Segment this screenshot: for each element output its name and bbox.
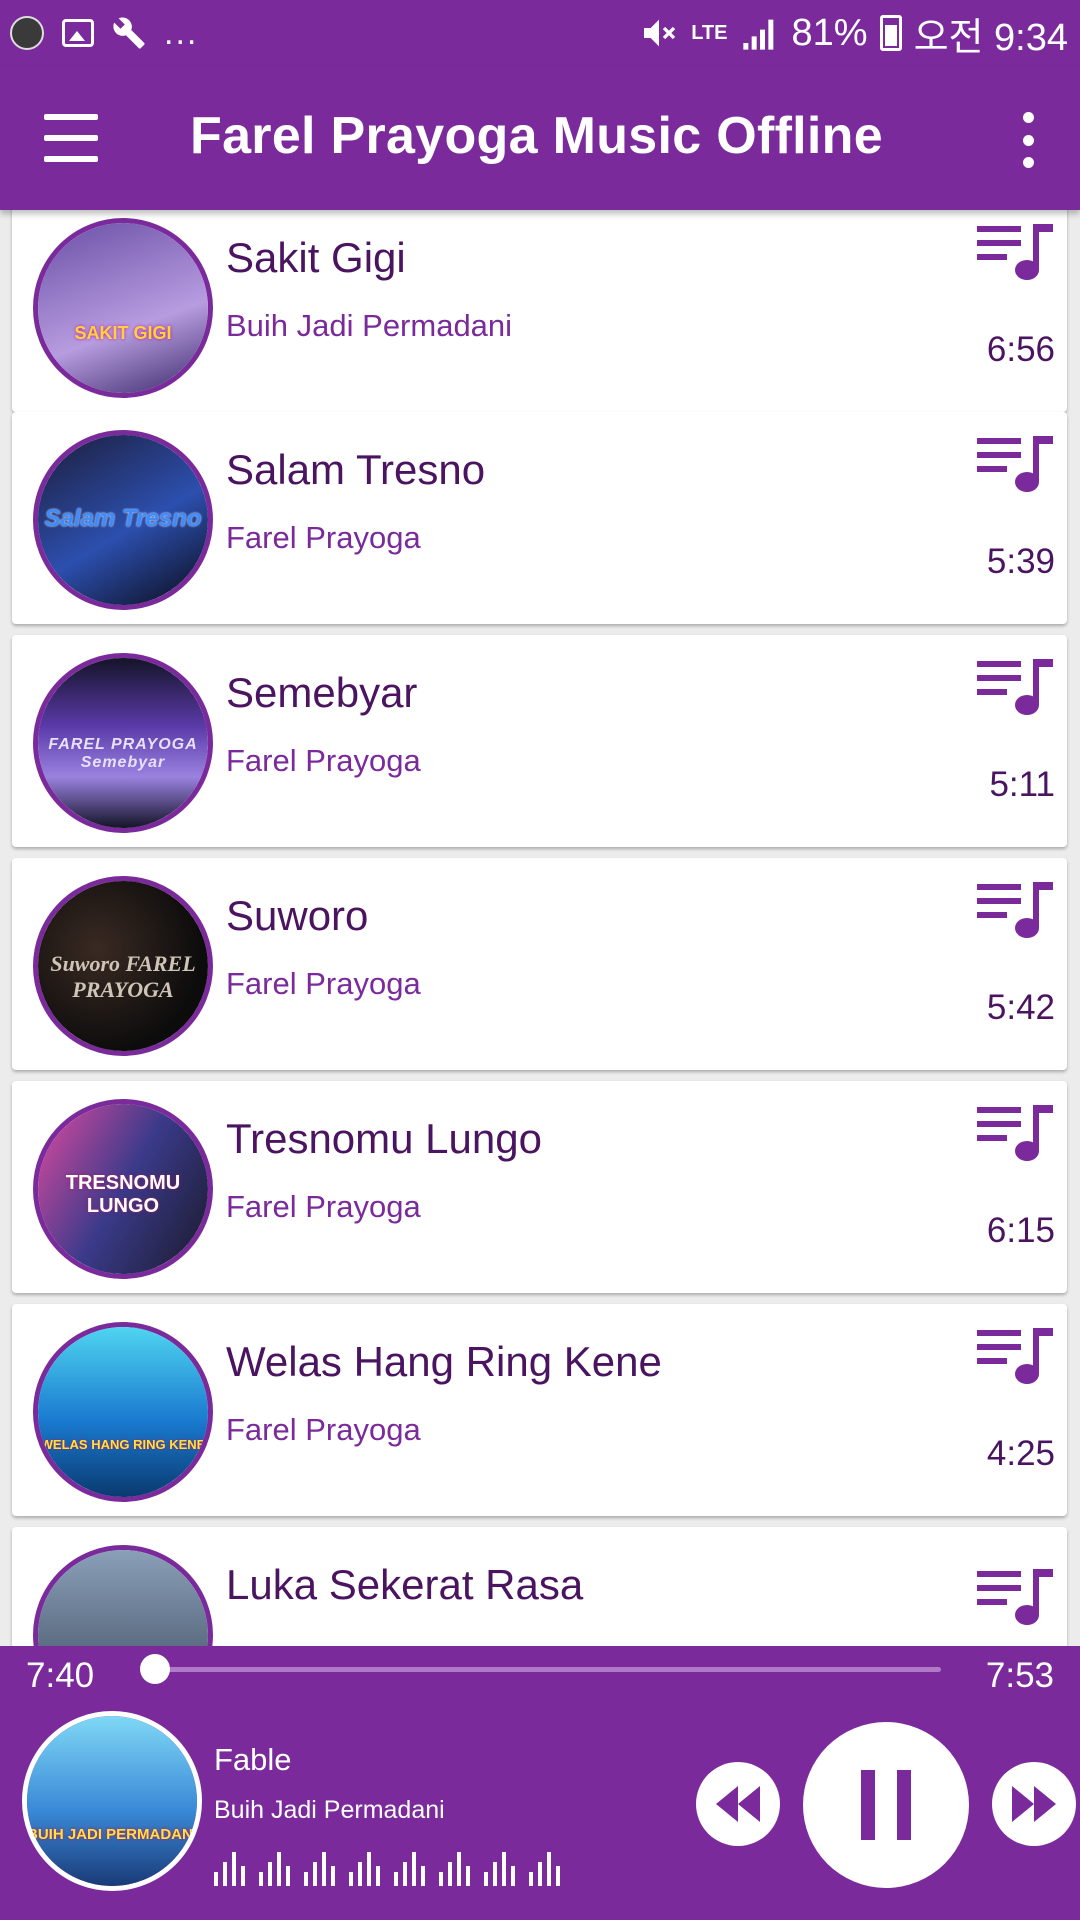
add-to-queue-icon[interactable] [977, 880, 1055, 942]
song-title: Tresnomu Lungo [226, 1115, 542, 1162]
song-artist: Farel Prayoga [226, 1412, 421, 1447]
song-title: Suworo [226, 892, 369, 939]
song-duration: 6:56 [986, 330, 1055, 369]
rewind-icon [716, 1786, 760, 1822]
add-to-queue-icon[interactable] [977, 1567, 1055, 1629]
now-playing-bar: 7:40 7:53 BUIH JADI PERMADANI Fable Buih… [0, 1646, 1080, 1920]
current-time: 7:40 [26, 1656, 95, 1695]
thumbnail-text: TRESNOMU LUNGO [65, 1172, 181, 1217]
now-playing-title: Fable [214, 1742, 292, 1777]
app-bar: Farel Prayoga Music Offline [0, 66, 1080, 210]
equalizer-bar-icon [259, 1846, 290, 1886]
song-thumbnail: TRESNOMU LUNGO [33, 1099, 213, 1279]
song-duration: 5:42 [986, 988, 1055, 1027]
song-item[interactable]: FAREL PRAYOGA Semebyar Semebyar Farel Pr… [12, 635, 1067, 847]
equalizer-bar-icon [439, 1846, 470, 1886]
song-duration: 5:11 [989, 765, 1055, 804]
song-title: Semebyar [226, 669, 418, 716]
pause-button[interactable] [803, 1722, 969, 1888]
hamburger-menu-icon[interactable] [44, 114, 98, 162]
song-item[interactable]: SAKIT GIGI Sakit Gigi Buih Jadi Permadan… [12, 210, 1067, 412]
battery-percent: 81% [791, 11, 868, 54]
clock: 오전 9:34 [913, 16, 1068, 59]
network-type-label: LTE [691, 21, 728, 44]
notification-icons: ... [10, 12, 198, 54]
song-item[interactable]: Luka Sekerat Rasa [12, 1527, 1067, 1646]
pause-icon [861, 1770, 911, 1840]
song-duration: 4:25 [986, 1434, 1055, 1473]
song-duration: 5:39 [986, 542, 1055, 581]
total-time: 7:53 [985, 1656, 1054, 1695]
thumbnail-text: Suworo FAREL PRAYOGA [50, 951, 196, 1002]
equalizer-visualizer [214, 1846, 560, 1886]
song-thumbnail: Suworo FAREL PRAYOGA [33, 876, 213, 1056]
equalizer-bar-icon [394, 1846, 425, 1886]
more-notifications-indicator: ... [164, 14, 199, 52]
song-thumbnail: Salam Tresno [33, 430, 213, 610]
equalizer-bar-icon [304, 1846, 335, 1886]
seek-handle[interactable] [140, 1654, 170, 1684]
song-artist: Farel Prayoga [226, 1189, 421, 1224]
battery-icon [879, 15, 902, 51]
song-title: Luka Sekerat Rasa [226, 1561, 584, 1608]
thumbnail-text: SAKIT GIGI [74, 323, 172, 343]
image-notification-icon [62, 19, 94, 47]
thumbnail-text: WELAS HANG RING KENE [40, 1437, 206, 1452]
status-bar: ... LTE 81% 오전 9:34 [0, 0, 1080, 66]
previous-button[interactable] [696, 1762, 780, 1846]
song-title: Welas Hang Ring Kene [226, 1338, 662, 1385]
app-title: Farel Prayoga Music Offline [190, 107, 883, 165]
song-item[interactable]: WELAS HANG RING KENE Welas Hang Ring Ken… [12, 1304, 1067, 1516]
song-duration: 6:15 [986, 1211, 1055, 1250]
more-vert-icon[interactable] [1020, 112, 1036, 168]
system-icons: LTE 81% 오전 9:34 [639, 8, 1068, 59]
add-to-queue-icon[interactable] [977, 434, 1055, 496]
equalizer-bar-icon [529, 1846, 560, 1886]
add-to-queue-icon[interactable] [977, 1103, 1055, 1165]
equalizer-bar-icon [349, 1846, 380, 1886]
song-item[interactable]: TRESNOMU LUNGO Tresnomu Lungo Farel Pray… [12, 1081, 1067, 1293]
equalizer-bar-icon [214, 1846, 245, 1886]
song-thumbnail: WELAS HANG RING KENE [33, 1322, 213, 1502]
song-artist: Farel Prayoga [226, 743, 421, 778]
next-button[interactable] [992, 1762, 1076, 1846]
song-artist: Buih Jadi Permadani [226, 308, 513, 343]
song-list[interactable]: SAKIT GIGI Sakit Gigi Buih Jadi Permadan… [0, 210, 1080, 1646]
signal-icon [742, 19, 773, 50]
song-item[interactable]: Salam Tresno Salam Tresno Farel Prayoga … [12, 412, 1067, 624]
song-title: Sakit Gigi [226, 234, 406, 281]
thumbnail-text: FAREL PRAYOGA Semebyar [48, 736, 198, 771]
song-artist: Farel Prayoga [226, 520, 421, 555]
thumbnail-text: BUIH JADI PERMADANI [27, 1826, 198, 1843]
add-to-queue-icon[interactable] [977, 1326, 1055, 1388]
equalizer-bar-icon [484, 1846, 515, 1886]
wrench-icon [113, 17, 145, 49]
notification-avatar-icon [10, 16, 44, 50]
song-thumbnail: FAREL PRAYOGA Semebyar [33, 653, 213, 833]
now-playing-artist: Buih Jadi Permadani [214, 1796, 445, 1824]
song-artist: Farel Prayoga [226, 966, 421, 1001]
song-thumbnail [33, 1545, 213, 1646]
fast-forward-icon [1012, 1786, 1056, 1822]
thumbnail-text: Salam Tresno [44, 505, 202, 532]
now-playing-thumbnail[interactable]: BUIH JADI PERMADANI [22, 1711, 202, 1891]
mute-icon [644, 19, 676, 47]
song-thumbnail: SAKIT GIGI [33, 218, 213, 398]
seek-bar[interactable] [155, 1667, 941, 1672]
song-title: Salam Tresno [226, 446, 486, 493]
song-item[interactable]: Suworo FAREL PRAYOGA Suworo Farel Prayog… [12, 858, 1067, 1070]
add-to-queue-icon[interactable] [977, 222, 1055, 284]
add-to-queue-icon[interactable] [977, 657, 1055, 719]
